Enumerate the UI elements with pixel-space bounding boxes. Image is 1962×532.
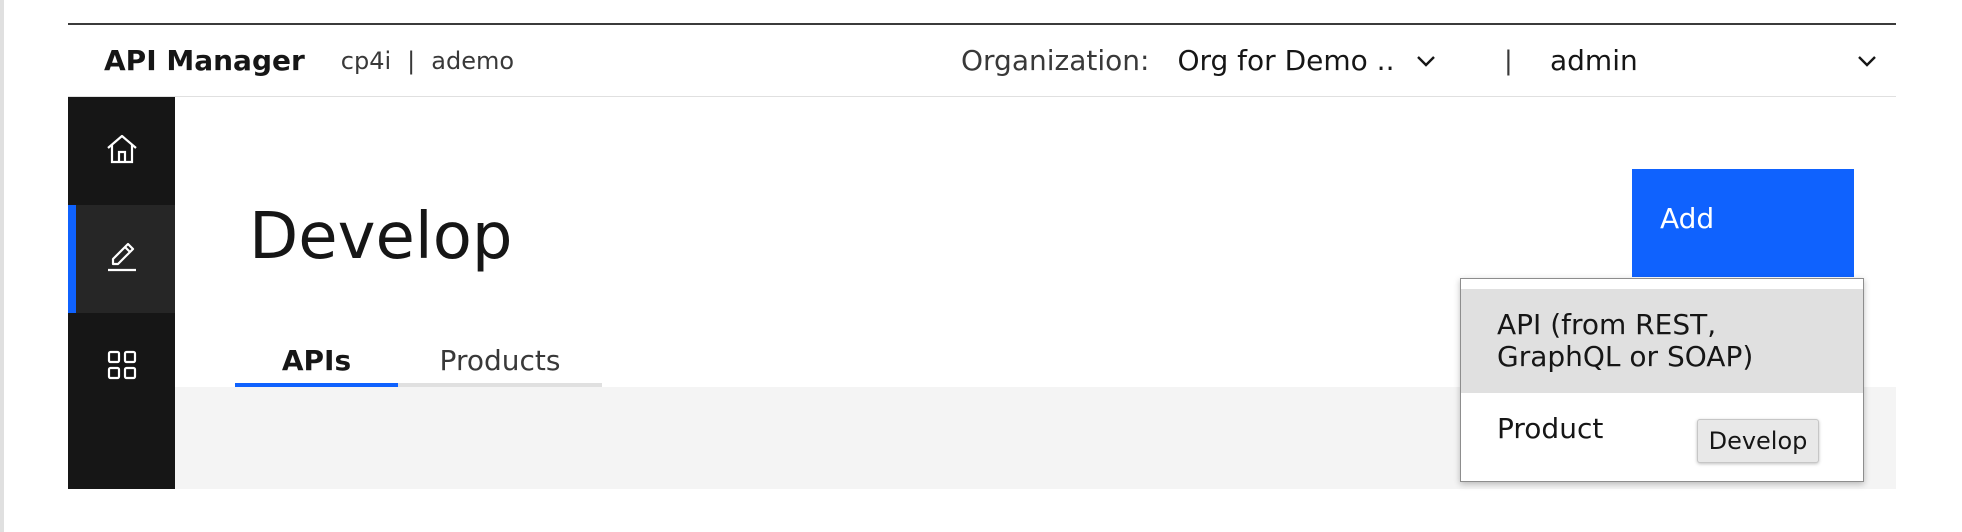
header-divider: | bbox=[1504, 45, 1513, 76]
context-breadcrumb: cp4i | ademo bbox=[341, 47, 514, 75]
context-primary: cp4i bbox=[340, 46, 392, 75]
tab-apis[interactable]: APIs bbox=[235, 337, 398, 387]
side-rail bbox=[68, 97, 175, 489]
app-title[interactable]: API Manager bbox=[104, 44, 305, 77]
rail-item-home[interactable] bbox=[68, 97, 175, 205]
brand: API Manager cp4i | ademo bbox=[104, 25, 514, 96]
chevron-down-icon[interactable] bbox=[1854, 48, 1880, 74]
context-separator: | bbox=[407, 46, 416, 75]
menu-item-api-line1: API (from REST, bbox=[1497, 308, 1717, 341]
menu-item-api-line2: GraphQL or SOAP) bbox=[1497, 340, 1754, 373]
tab-products[interactable]: Products bbox=[398, 337, 602, 387]
context-secondary: ademo bbox=[431, 46, 515, 75]
rail-item-develop[interactable] bbox=[68, 205, 175, 313]
organization-label: Organization: bbox=[961, 44, 1150, 77]
add-button[interactable]: Add bbox=[1632, 169, 1854, 277]
edit-icon bbox=[104, 239, 140, 279]
page-title: Develop bbox=[249, 200, 513, 274]
rail-item-apps[interactable] bbox=[68, 313, 175, 421]
grid-icon bbox=[106, 349, 138, 385]
organization-selector[interactable]: Organization: Org for Demo ... bbox=[961, 25, 1439, 96]
home-icon bbox=[104, 131, 140, 171]
window-left-border bbox=[0, 0, 4, 532]
organization-value[interactable]: Org for Demo ... bbox=[1177, 44, 1397, 77]
menu-item-api[interactable]: API (from REST, GraphQL or SOAP) bbox=[1461, 289, 1863, 393]
user-name[interactable]: admin bbox=[1550, 44, 1638, 77]
tab-list: APIs Products bbox=[235, 337, 602, 387]
chevron-down-icon[interactable] bbox=[1413, 48, 1439, 74]
tooltip: Develop bbox=[1697, 419, 1819, 463]
user-menu[interactable]: admin bbox=[1550, 25, 1876, 96]
app-header: API Manager cp4i | ademo Organization: O… bbox=[68, 25, 1896, 97]
